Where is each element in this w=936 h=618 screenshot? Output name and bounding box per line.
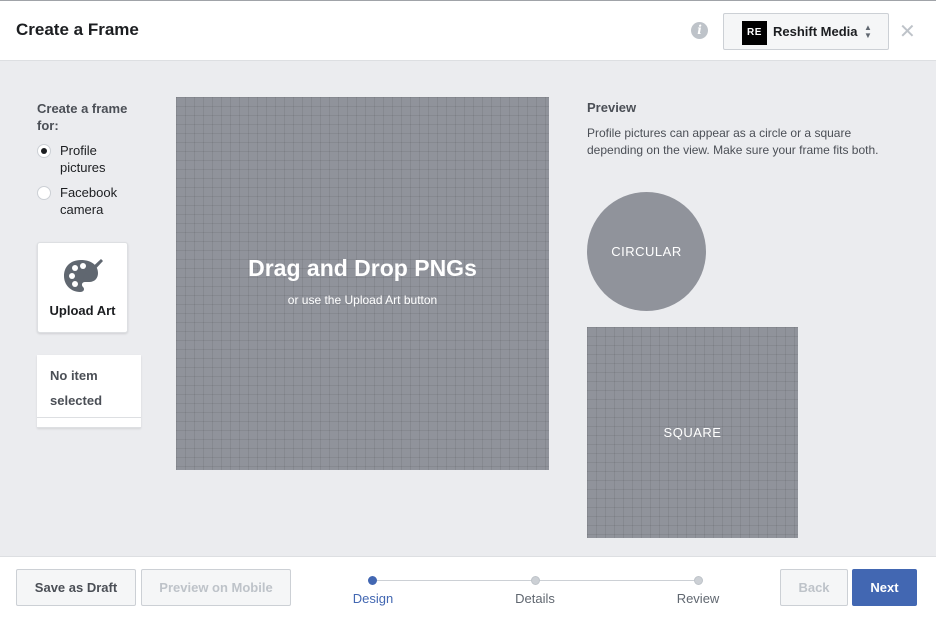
preview-title: Preview [587, 100, 637, 115]
preview-description: Profile pictures can appear as a circle … [587, 126, 879, 157]
circular-preview: CIRCULAR [587, 192, 706, 311]
drop-zone-title: Drag and Drop PNGs [248, 255, 477, 281]
info-icon[interactable]: i [691, 22, 708, 39]
page-selector[interactable]: RE Reshift Media ▲ ▼ [723, 13, 889, 50]
step-dot-details[interactable] [531, 576, 540, 585]
dialog-title: Create a Frame [16, 20, 139, 39]
sort-caret-icon: ▲ ▼ [864, 23, 872, 40]
frame-editor: Create a frame for: Profile pictures Fac… [0, 61, 936, 556]
square-preview: SQUARE [587, 327, 798, 538]
upload-art-button[interactable]: Upload Art [37, 242, 128, 333]
page-logo: RE [742, 21, 767, 45]
drop-zone[interactable]: Drag and Drop PNGs or use the Upload Art… [176, 97, 549, 470]
close-icon[interactable]: ✕ [899, 22, 916, 42]
no-item-selected-text: No item selected [50, 368, 103, 408]
circular-label: CIRCULAR [611, 244, 682, 259]
step-label-details[interactable]: Details [495, 591, 575, 606]
next-button[interactable]: Next [852, 569, 917, 606]
palette-icon [64, 259, 103, 292]
radio-button[interactable] [37, 186, 51, 200]
step-dot-review[interactable] [694, 576, 703, 585]
back-button[interactable]: Back [780, 569, 848, 606]
square-label: SQUARE [663, 425, 722, 440]
preview-on-mobile-button[interactable]: Preview on Mobile [141, 569, 291, 606]
dialog-footer: Save as Draft Preview on Mobile Design D… [0, 556, 936, 618]
create-for-label: Create a frame for: [37, 101, 128, 133]
radio-label: Facebook camera [60, 185, 118, 217]
page-name: Reshift Media [773, 24, 858, 39]
radio-label: Profile pictures [60, 143, 106, 175]
step-label-review[interactable]: Review [658, 591, 738, 606]
step-label-design[interactable]: Design [333, 591, 413, 606]
save-as-draft-button[interactable]: Save as Draft [16, 569, 136, 606]
step-dot-design[interactable] [368, 576, 377, 585]
drop-zone-subtitle: or use the Upload Art button [287, 293, 438, 307]
layers-panel: No item selected [37, 355, 141, 428]
dialog-header: Create a Frame i RE Reshift Media ▲ ▼ ✕ [0, 0, 936, 61]
divider [37, 417, 141, 418]
radio-button-selected[interactable] [37, 144, 51, 158]
upload-art-label: Upload Art [49, 303, 116, 318]
